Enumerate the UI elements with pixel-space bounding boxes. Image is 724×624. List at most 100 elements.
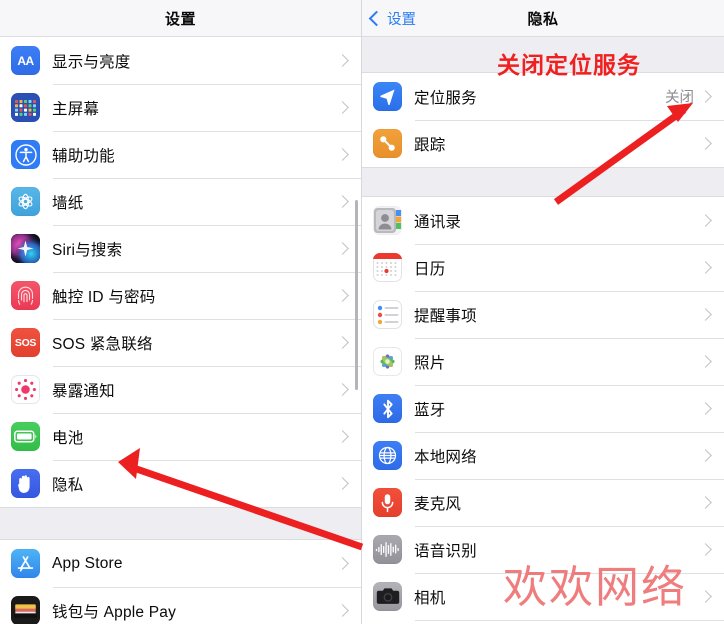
back-button[interactable]: 设置 [368,0,416,37]
privacy-item-microphone[interactable]: 麦克风 [362,479,724,526]
chevron-right-icon [336,101,349,114]
back-button-label: 设置 [387,12,416,28]
chevron-right-icon [699,90,712,103]
settings-scrollbar[interactable] [355,200,358,390]
siri-search-icon [11,234,40,263]
privacy-item-bluetooth[interactable]: 蓝牙 [362,385,724,432]
sidebar-item-wallpaper[interactable]: 墙纸 [0,178,361,225]
privacy-item-location-services[interactable]: 定位服务 关闭 [362,73,724,120]
privacy-item-label: 蓝牙 [414,401,446,419]
privacy-pane: 设置 隐私 定位服务 关闭 跟踪 通讯录 日历 提醒事项 照片 蓝牙 本地网络 … [362,0,724,624]
chevron-right-icon [336,430,349,443]
privacy-item-label: 提醒事项 [414,307,477,325]
emergency-sos-icon: SOS [11,328,40,357]
sidebar-item-display-brightness[interactable]: AA 显示与亮度 [0,37,361,84]
sidebar-item-label: SOS 紧急联络 [52,335,153,353]
app-store-icon [11,549,40,578]
privacy-item-label: 本地网络 [414,448,477,466]
privacy-title: 隐私 [527,10,559,28]
chevron-left-icon [368,10,385,26]
settings-section-gap [0,507,361,540]
sidebar-item-label: App Store [52,554,123,572]
privacy-item-photos[interactable]: 照片 [362,338,724,385]
wallpaper-icon [11,187,40,216]
location-services-value: 关闭 [665,90,694,106]
privacy-item-calendar[interactable]: 日历 [362,244,724,291]
bluetooth-icon [373,394,402,423]
chevron-right-icon [699,496,712,509]
privacy-item-reminders[interactable]: 提醒事项 [362,291,724,338]
sidebar-item-label: 辅助功能 [52,147,115,165]
sidebar-item-label: Siri与搜索 [52,241,123,259]
sidebar-item-app-store[interactable]: App Store [0,540,361,587]
chevron-right-icon [699,355,712,368]
calendar-icon [373,253,402,282]
settings-group-1: AA 显示与亮度 主屏幕 辅助功能 墙纸 Siri与搜索 触控 ID 与密码 S… [0,37,361,507]
settings-navbar: 设置 [0,0,361,37]
privacy-navbar: 设置 隐私 [362,0,724,37]
privacy-item-label: 定位服务 [414,89,477,107]
chevron-right-icon [699,543,712,556]
sidebar-item-label: 暴露通知 [52,382,115,400]
sidebar-item-label: 显示与亮度 [52,53,131,71]
touch-id-icon [11,281,40,310]
local-network-icon [373,441,402,470]
exposure-notification-icon [11,375,40,404]
sidebar-item-label: 触控 ID 与密码 [52,288,156,306]
speech-recognition-icon [373,535,402,564]
display-brightness-icon: AA [11,46,40,75]
privacy-item-camera[interactable]: 相机 [362,573,724,620]
sidebar-item-battery[interactable]: 电池 [0,413,361,460]
privacy-group-1: 定位服务 关闭 跟踪 [362,73,724,167]
reminders-icon [373,300,402,329]
chevron-right-icon [336,54,349,67]
sidebar-item-privacy[interactable]: 隐私 [0,460,361,507]
privacy-item-label: 相机 [414,589,446,607]
privacy-item-label: 日历 [414,260,446,278]
privacy-item-health[interactable]: 健康 [362,620,724,624]
privacy-item-label: 照片 [414,354,446,372]
chevron-right-icon [699,308,712,321]
chevron-right-icon [699,590,712,603]
privacy-hand-icon [11,469,40,498]
privacy-item-local-network[interactable]: 本地网络 [362,432,724,479]
sidebar-item-label: 主屏幕 [52,100,100,118]
wallet-icon [11,596,40,624]
privacy-item-speech-recognition[interactable]: 语音识别 [362,526,724,573]
sidebar-item-label: 钱包与 Apple Pay [52,603,177,621]
accessibility-icon [11,140,40,169]
privacy-item-label: 语音识别 [414,542,477,560]
location-services-icon [373,82,402,111]
chevron-right-icon [336,242,349,255]
chevron-right-icon [699,137,712,150]
privacy-item-label: 麦克风 [414,495,462,513]
sidebar-item-label: 隐私 [52,476,84,494]
privacy-item-contacts[interactable]: 通讯录 [362,197,724,244]
settings-title: 设置 [164,10,196,28]
chevron-right-icon [336,289,349,302]
privacy-top-gap [362,37,724,73]
chevron-right-icon [699,449,712,462]
chevron-right-icon [336,148,349,161]
battery-icon [11,422,40,451]
sidebar-item-siri-search[interactable]: Siri与搜索 [0,225,361,272]
sidebar-item-accessibility[interactable]: 辅助功能 [0,131,361,178]
privacy-item-tracking[interactable]: 跟踪 [362,120,724,167]
sidebar-item-wallet-apple-pay[interactable]: 钱包与 Apple Pay [0,587,361,624]
screenshot-root: 设置 AA 显示与亮度 主屏幕 辅助功能 墙纸 Siri与搜索 触控 ID 与密… [0,0,724,624]
privacy-section-gap [362,167,724,197]
chevron-right-icon [699,402,712,415]
sidebar-item-emergency-sos[interactable]: SOS SOS 紧急联络 [0,319,361,366]
settings-group-2: App Store 钱包与 Apple Pay [0,540,361,624]
photos-icon [373,347,402,376]
sidebar-item-exposure-notification[interactable]: 暴露通知 [0,366,361,413]
sidebar-item-touch-id[interactable]: 触控 ID 与密码 [0,272,361,319]
chevron-right-icon [336,383,349,396]
microphone-icon [373,488,402,517]
chevron-right-icon [336,477,349,490]
privacy-item-label: 跟踪 [414,136,446,154]
chevron-right-icon [699,214,712,227]
sidebar-item-home-screen[interactable]: 主屏幕 [0,84,361,131]
privacy-item-label: 通讯录 [414,213,462,231]
sidebar-item-label: 墙纸 [52,194,84,212]
